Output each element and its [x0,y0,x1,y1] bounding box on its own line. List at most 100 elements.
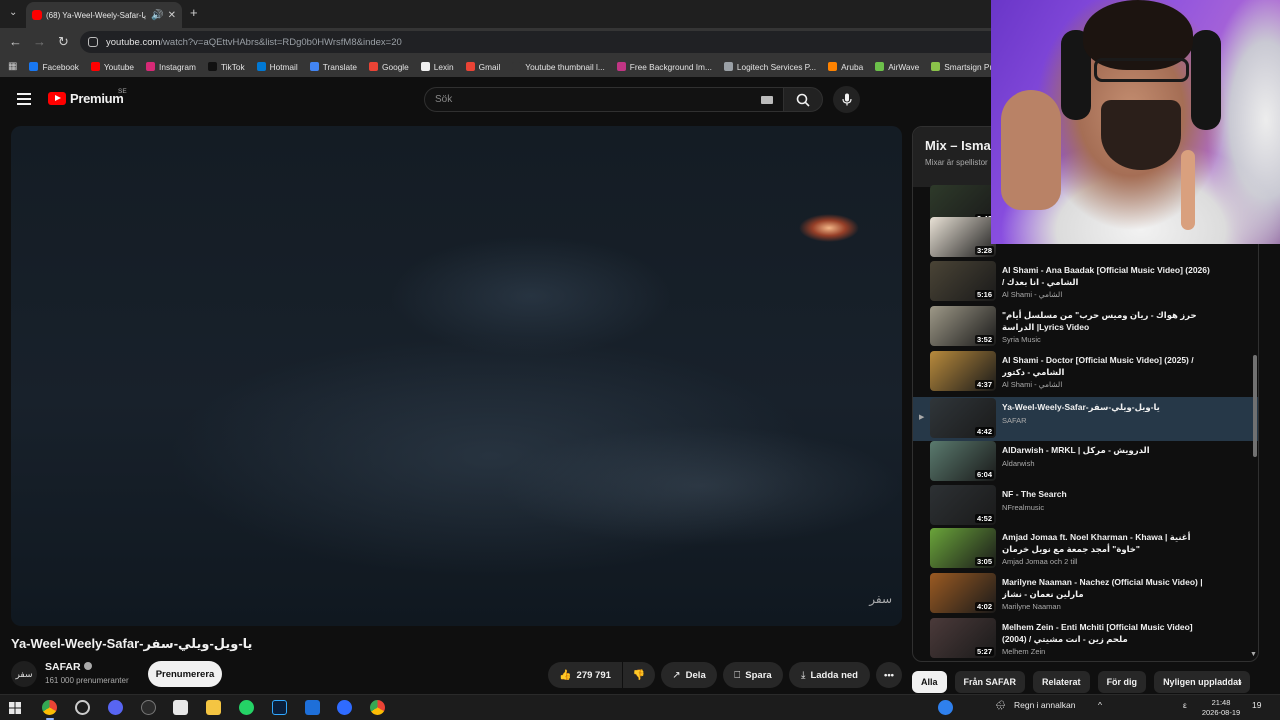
channel-avatar[interactable]: سفر [11,661,37,687]
playlist-thumbnail[interactable]: 4:42 [930,398,996,438]
tab-search-icon[interactable]: ⌄ [9,7,17,18]
playlist-item-title[interactable]: Al Shami - Ana Baadak [Official Music Vi… [1002,264,1212,288]
bookmark-item[interactable]: Gmail [465,62,500,72]
close-tab-icon[interactable]: ✕ [168,10,176,21]
input-language[interactable]: ε [1183,700,1187,710]
taskbar-clock[interactable]: 21:48 2026-08-19 [1200,698,1242,718]
playlist-item-title[interactable]: AlDarwish - MRKL | الدرويش - مركل [1002,444,1212,456]
filter-chip[interactable]: Alla [912,671,947,693]
remote-desktop-icon[interactable] [305,700,320,715]
discord-icon[interactable] [108,700,123,715]
playlist-scrollbar[interactable] [1253,355,1257,457]
playlist-item-title[interactable]: Al Shami - Doctor [Official Music Video]… [1002,354,1212,378]
bookmark-item[interactable]: Translate [309,62,357,72]
bookmark-item[interactable]: Logitech Services P... [723,62,816,72]
playlist-item-title[interactable]: Amjad Jomaa ft. Noel Kharman - Khawa | أ… [1002,531,1212,555]
bookmark-item[interactable]: Youtube thumbnail l... [512,62,605,72]
playlist-item[interactable]: 3:52 "حرز هواك - ريان وميس حرب" من مسلسل … [913,305,1258,349]
search-button[interactable] [783,87,823,112]
site-info-icon[interactable] [88,37,98,47]
capcut-desktop-icon[interactable] [173,700,188,715]
bookmark-item[interactable]: Instagram [146,62,196,72]
playlist-thumbnail[interactable]: 3:52 [930,306,996,346]
chrome-profile-icon[interactable] [370,700,385,715]
speaker-icon[interactable]: 🔊 [151,10,163,21]
forward-icon[interactable]: → [33,34,46,50]
browser-tab-active[interactable]: (68) Ya-Weel-Weely-Safar-يا 🔊 ✕ [26,2,182,28]
bookmark-item[interactable]: Youtube [90,62,134,72]
save-button[interactable]: ⎕ Spara [723,662,783,688]
playlist-thumbnail[interactable]: 4:02 [930,573,996,613]
playlist-subtitle: Mixar är spellistor [925,158,988,167]
clock-app-icon[interactable] [75,700,90,715]
chevron-right-icon[interactable]: › [1238,675,1242,689]
playlist-item-title[interactable]: NF - The Search [1002,488,1212,500]
playlist-item-title[interactable]: Melhem Zein - Enti Mchiti [Official Musi… [1002,621,1212,645]
capcut-icon[interactable] [141,700,156,715]
playlist-item[interactable]: 3:05 Amjad Jomaa ft. Noel Kharman - Khawa… [913,527,1258,571]
playlist-item[interactable]: 5:16 Al Shami - Ana Baadak [Official Musi… [913,260,1258,304]
youtube-premium-logo[interactable]: Premium SE [48,88,127,106]
playlist-item[interactable]: 6:04 AlDarwish - MRKL | الدرويش - مركل Ald… [913,440,1258,484]
playlist-item-title[interactable]: "حرز هواك - ريان وميس حرب" من مسلسل أيام… [1002,309,1212,333]
playlist-thumbnail[interactable]: 4:37 [930,351,996,391]
playlist-item[interactable]: 4:52 NF - The Search NFrealmusic [913,484,1258,528]
bookmark-item[interactable]: AirWave [875,62,919,72]
photoshop-icon[interactable] [272,700,287,715]
file-explorer-icon[interactable] [206,700,221,715]
menu-icon[interactable] [17,93,31,105]
weather-text[interactable]: Regn i annalkan [1014,700,1075,710]
channel-name[interactable]: SAFAR [45,661,81,673]
playlist-item[interactable]: ▶ 4:42 Ya-Weel-Weely-Safar-يا-ويل-ويلي-سفر… [913,397,1258,441]
bookmark-item[interactable]: Aruba [828,62,863,72]
reload-icon[interactable]: ↻ [58,34,69,50]
filter-chip[interactable]: Relaterat [1033,671,1090,693]
app-icon[interactable] [337,700,352,715]
dislike-button[interactable]: 👎 [623,662,655,688]
apps-grid-icon[interactable]: ▦ [8,61,17,72]
playlist-thumbnail[interactable]: 6:04 [930,441,996,481]
subscribe-button[interactable]: Prenumerera [148,661,222,687]
channel-name-row[interactable]: SAFAR [45,661,92,673]
playlist-thumbnail[interactable]: 3:28 [930,217,996,257]
playlist-thumbnail[interactable]: 3:05 [930,528,996,568]
playlist-item[interactable]: 4:02 Marilyne Naaman - Nachez (Official M… [913,572,1258,616]
new-tab-icon[interactable]: + [190,5,198,20]
voice-search-button[interactable] [833,86,860,113]
filter-chip[interactable]: Nyligen uppladdat [1154,671,1251,693]
keyboard-icon[interactable] [761,96,773,104]
scroll-down-icon[interactable]: ▼ [1250,651,1257,658]
playlist-thumbnail[interactable]: 4:52 [930,485,996,525]
whatsapp-icon[interactable] [239,700,254,715]
share-button[interactable]: ↗ Dela [661,662,717,688]
weather-icon[interactable]: 🌧 [995,700,1006,711]
bookmark-item[interactable]: Facebook [29,62,79,72]
playlist-thumbnail[interactable]: 5:27 [930,618,996,658]
playlist-item-title[interactable]: Marilyne Naaman - Nachez (Official Music… [1002,576,1212,600]
chrome-icon[interactable] [42,700,57,715]
like-button[interactable]: 👍 279 791 [548,662,622,688]
download-button[interactable]: ⤓ Ladda ned [789,662,870,688]
bookmark-item[interactable]: Google [369,62,409,72]
playlist-thumbnail[interactable]: 5:16 [930,261,996,301]
video-duration: 5:16 [974,290,994,299]
bookmark-item[interactable]: Free Background Im... [616,61,712,72]
windows-start-icon[interactable] [9,702,21,714]
filter-chip[interactable]: För dig [1097,671,1147,693]
more-actions-button[interactable]: ••• [876,662,902,688]
bookmark-label: Free Background Im... [629,61,712,72]
playlist-item[interactable]: 4:37 Al Shami - Doctor [Official Music Vi… [913,350,1258,394]
search-input[interactable]: Sök [424,87,784,112]
bookmark-item[interactable]: TikTok [207,62,245,72]
notification-count[interactable]: 19 [1252,700,1261,710]
bookmark-item[interactable]: Lexin [420,62,454,72]
playlist-item[interactable]: 5:27 Melhem Zein - Enti Mchiti [Official … [913,617,1258,661]
playlist-item-title[interactable]: Ya-Weel-Weely-Safar-يا-ويل-ويلي-سفر [1002,401,1212,413]
video-player[interactable]: سفر [11,126,902,626]
filter-chip[interactable]: Från SAFAR [954,671,1026,693]
playlist-title[interactable]: Mix – Isma [925,138,991,153]
tray-overflow-icon[interactable]: ^ [1098,700,1102,710]
bookmark-item[interactable]: Hotmail [256,62,298,72]
back-icon[interactable]: ← [9,34,22,50]
help-icon[interactable] [938,700,953,715]
